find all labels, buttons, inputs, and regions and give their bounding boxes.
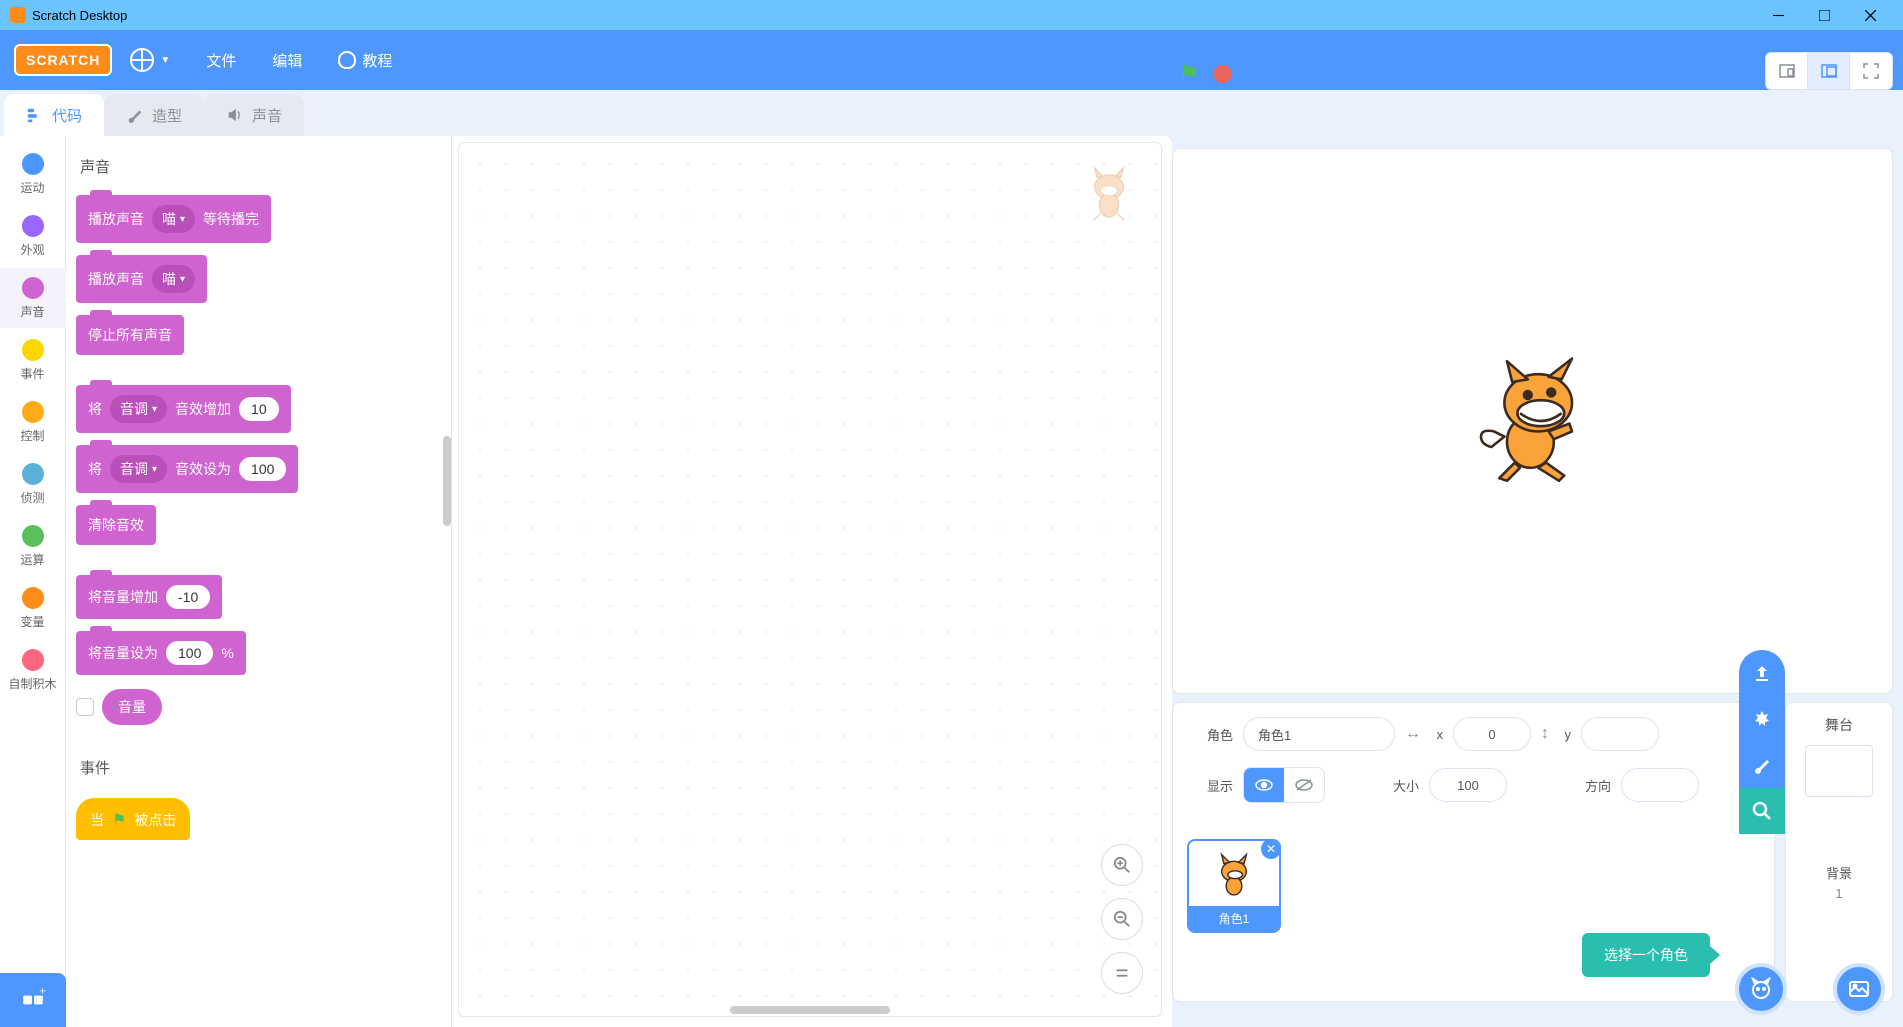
sprite-action-stack	[1739, 650, 1785, 834]
blocks-palette: 声音 播放声音喵等待播完 播放声音喵 停止所有声音 将音调音效增加10 将音调音…	[66, 136, 452, 1027]
tab-costumes[interactable]: 造型	[104, 94, 204, 136]
edit-menu[interactable]: 编辑	[254, 30, 320, 90]
picture-icon	[1847, 977, 1871, 1001]
stage-large-button[interactable]	[1808, 53, 1850, 89]
app-icon	[10, 7, 26, 23]
category-events[interactable]: 事件	[0, 330, 66, 390]
tab-sounds[interactable]: 声音	[204, 94, 304, 136]
upload-sprite-button[interactable]	[1739, 650, 1785, 696]
palette-scrollbar[interactable]	[443, 436, 451, 526]
category-motion[interactable]: 运动	[0, 144, 66, 204]
category-sound[interactable]: 声音	[0, 268, 66, 328]
sprite-size-input[interactable]	[1429, 768, 1507, 802]
extension-icon: +	[20, 987, 46, 1013]
tab-code[interactable]: 代码	[4, 94, 104, 136]
stage-small-button[interactable]	[1766, 53, 1808, 89]
block-change-effect[interactable]: 将音调音效增加10	[76, 385, 291, 433]
speaker-icon	[226, 106, 244, 124]
show-sprite-button[interactable]	[1244, 768, 1284, 802]
zoom-in-button[interactable]	[1101, 844, 1143, 886]
scratch-logo[interactable]: SCRATCH	[14, 44, 112, 76]
sprite-direction-input[interactable]	[1621, 768, 1699, 802]
menubar: SCRATCH ▼ 文件 编辑 教程	[0, 30, 1903, 90]
add-sprite-fab[interactable]	[1735, 963, 1787, 1015]
cat-face-icon	[1749, 977, 1773, 1001]
scratch-cat-sprite[interactable]	[1468, 356, 1598, 486]
fullscreen-button[interactable]	[1850, 53, 1892, 89]
backdrop-thumbnail[interactable]	[1805, 745, 1873, 797]
label-sprite: 角色	[1189, 725, 1233, 744]
choose-sprite-button[interactable]: 选择一个角色	[1582, 933, 1710, 977]
zoom-reset-button[interactable]	[1101, 952, 1143, 994]
backdrop-panel: 舞台 背景 1	[1785, 702, 1893, 1002]
hide-sprite-button[interactable]	[1284, 768, 1324, 802]
block-clear-effects[interactable]: 清除音效	[76, 505, 156, 545]
category-column: 运动 外观 声音 事件 控制 侦测 运算 变量 自制积木	[0, 136, 66, 1027]
sprite-name-input[interactable]	[1243, 717, 1395, 751]
palette-heading-events: 事件	[80, 757, 445, 778]
lightbulb-icon	[338, 51, 356, 69]
category-operators[interactable]: 运算	[0, 516, 66, 576]
maximize-button[interactable]	[1801, 0, 1847, 30]
file-menu[interactable]: 文件	[188, 30, 254, 90]
sprite-info-panel: 角色 ↔ x ↕ y 显示 大小	[1172, 702, 1775, 1002]
category-sensing[interactable]: 侦测	[0, 454, 66, 514]
surprise-sprite-button[interactable]	[1739, 696, 1785, 742]
block-play-sound-wait[interactable]: 播放声音喵等待播完	[76, 195, 271, 243]
label-show: 显示	[1189, 776, 1233, 795]
window-title: Scratch Desktop	[32, 8, 127, 23]
stage[interactable]	[1172, 148, 1893, 694]
volume-checkbox[interactable]	[76, 698, 94, 716]
add-backdrop-fab[interactable]	[1833, 963, 1885, 1015]
sprite-watermark	[1079, 163, 1139, 228]
flag-icon: ⚑	[112, 810, 126, 830]
search-sprite-button[interactable]	[1739, 788, 1785, 834]
sprite-y-input[interactable]	[1581, 717, 1659, 751]
sprite-x-input[interactable]	[1453, 717, 1531, 751]
xy-arrows-icon: ↔	[1405, 725, 1421, 743]
sprite-tile[interactable]: ✕ 角色1	[1187, 839, 1281, 933]
code-icon	[26, 106, 44, 124]
tabs: 代码 造型 声音	[0, 90, 1172, 136]
category-variables[interactable]: 变量	[0, 578, 66, 638]
category-myblocks[interactable]: 自制积木	[0, 640, 66, 700]
palette-heading-sound: 声音	[80, 156, 445, 177]
label-direction: 方向	[1567, 776, 1611, 795]
window-titlebar: Scratch Desktop	[0, 0, 1903, 30]
block-set-effect[interactable]: 将音调音效设为100	[76, 445, 298, 493]
add-extension-button[interactable]: +	[0, 973, 66, 1027]
tutorials-menu[interactable]: 教程	[320, 30, 410, 90]
close-button[interactable]	[1847, 0, 1893, 30]
minimize-button[interactable]	[1755, 0, 1801, 30]
globe-icon	[130, 48, 154, 72]
script-canvas[interactable]	[458, 142, 1162, 1017]
backdrop-title: 舞台	[1794, 715, 1884, 735]
backdrop-label: 背景	[1794, 863, 1884, 882]
brush-icon	[126, 106, 144, 124]
y-arrows-icon: ↕	[1541, 725, 1549, 743]
block-play-sound[interactable]: 播放声音喵	[76, 255, 207, 303]
paint-sprite-button[interactable]	[1739, 742, 1785, 788]
zoom-out-button[interactable]	[1101, 898, 1143, 940]
reporter-volume[interactable]: 音量	[102, 689, 162, 725]
stage-size-controls	[1765, 52, 1893, 90]
block-change-volume[interactable]: 将音量增加-10	[76, 575, 222, 619]
category-looks[interactable]: 外观	[0, 206, 66, 266]
language-menu[interactable]: ▼	[112, 30, 188, 90]
stop-button[interactable]	[1214, 65, 1232, 83]
category-control[interactable]: 控制	[0, 392, 66, 452]
block-set-volume[interactable]: 将音量设为100%	[76, 631, 246, 675]
canvas-scrollbar[interactable]	[730, 1006, 890, 1014]
label-size: 大小	[1375, 776, 1419, 795]
block-stop-all-sounds[interactable]: 停止所有声音	[76, 315, 184, 355]
delete-sprite-button[interactable]: ✕	[1261, 839, 1281, 859]
backdrop-count: 1	[1794, 886, 1884, 901]
block-when-flag-clicked[interactable]: 当⚑被点击	[76, 798, 190, 840]
sprite-tile-caption: 角色1	[1189, 906, 1279, 931]
svg-text:+: +	[40, 987, 46, 998]
green-flag-button[interactable]: ⚑	[1178, 60, 1200, 89]
